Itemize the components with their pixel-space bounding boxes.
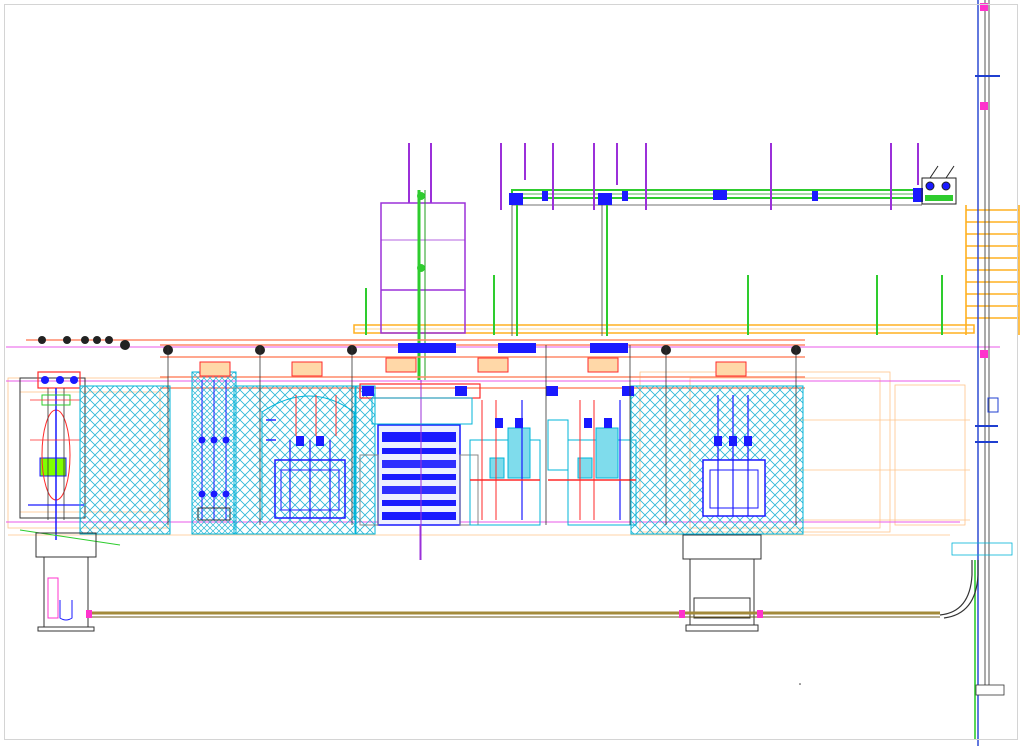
mesh-panel — [79, 385, 171, 535]
cad-viewport[interactable] — [0, 0, 1024, 746]
substation-elevation-drawing — [6, 0, 1020, 746]
right-vertical-pole — [951, 0, 1013, 746]
transformer-bay-4 — [469, 400, 541, 526]
foundations — [35, 532, 762, 632]
right-orange-ladder — [965, 205, 1020, 335]
top-purple-verticals — [500, 143, 919, 210]
ground-cable — [86, 560, 979, 619]
transformer-bay-6 — [547, 400, 637, 526]
top-right-switch — [921, 165, 957, 205]
green-busbar-top — [511, 189, 923, 336]
gantry-beam — [353, 324, 975, 334]
lightning-rods — [365, 275, 943, 335]
stray-dot — [799, 683, 801, 685]
